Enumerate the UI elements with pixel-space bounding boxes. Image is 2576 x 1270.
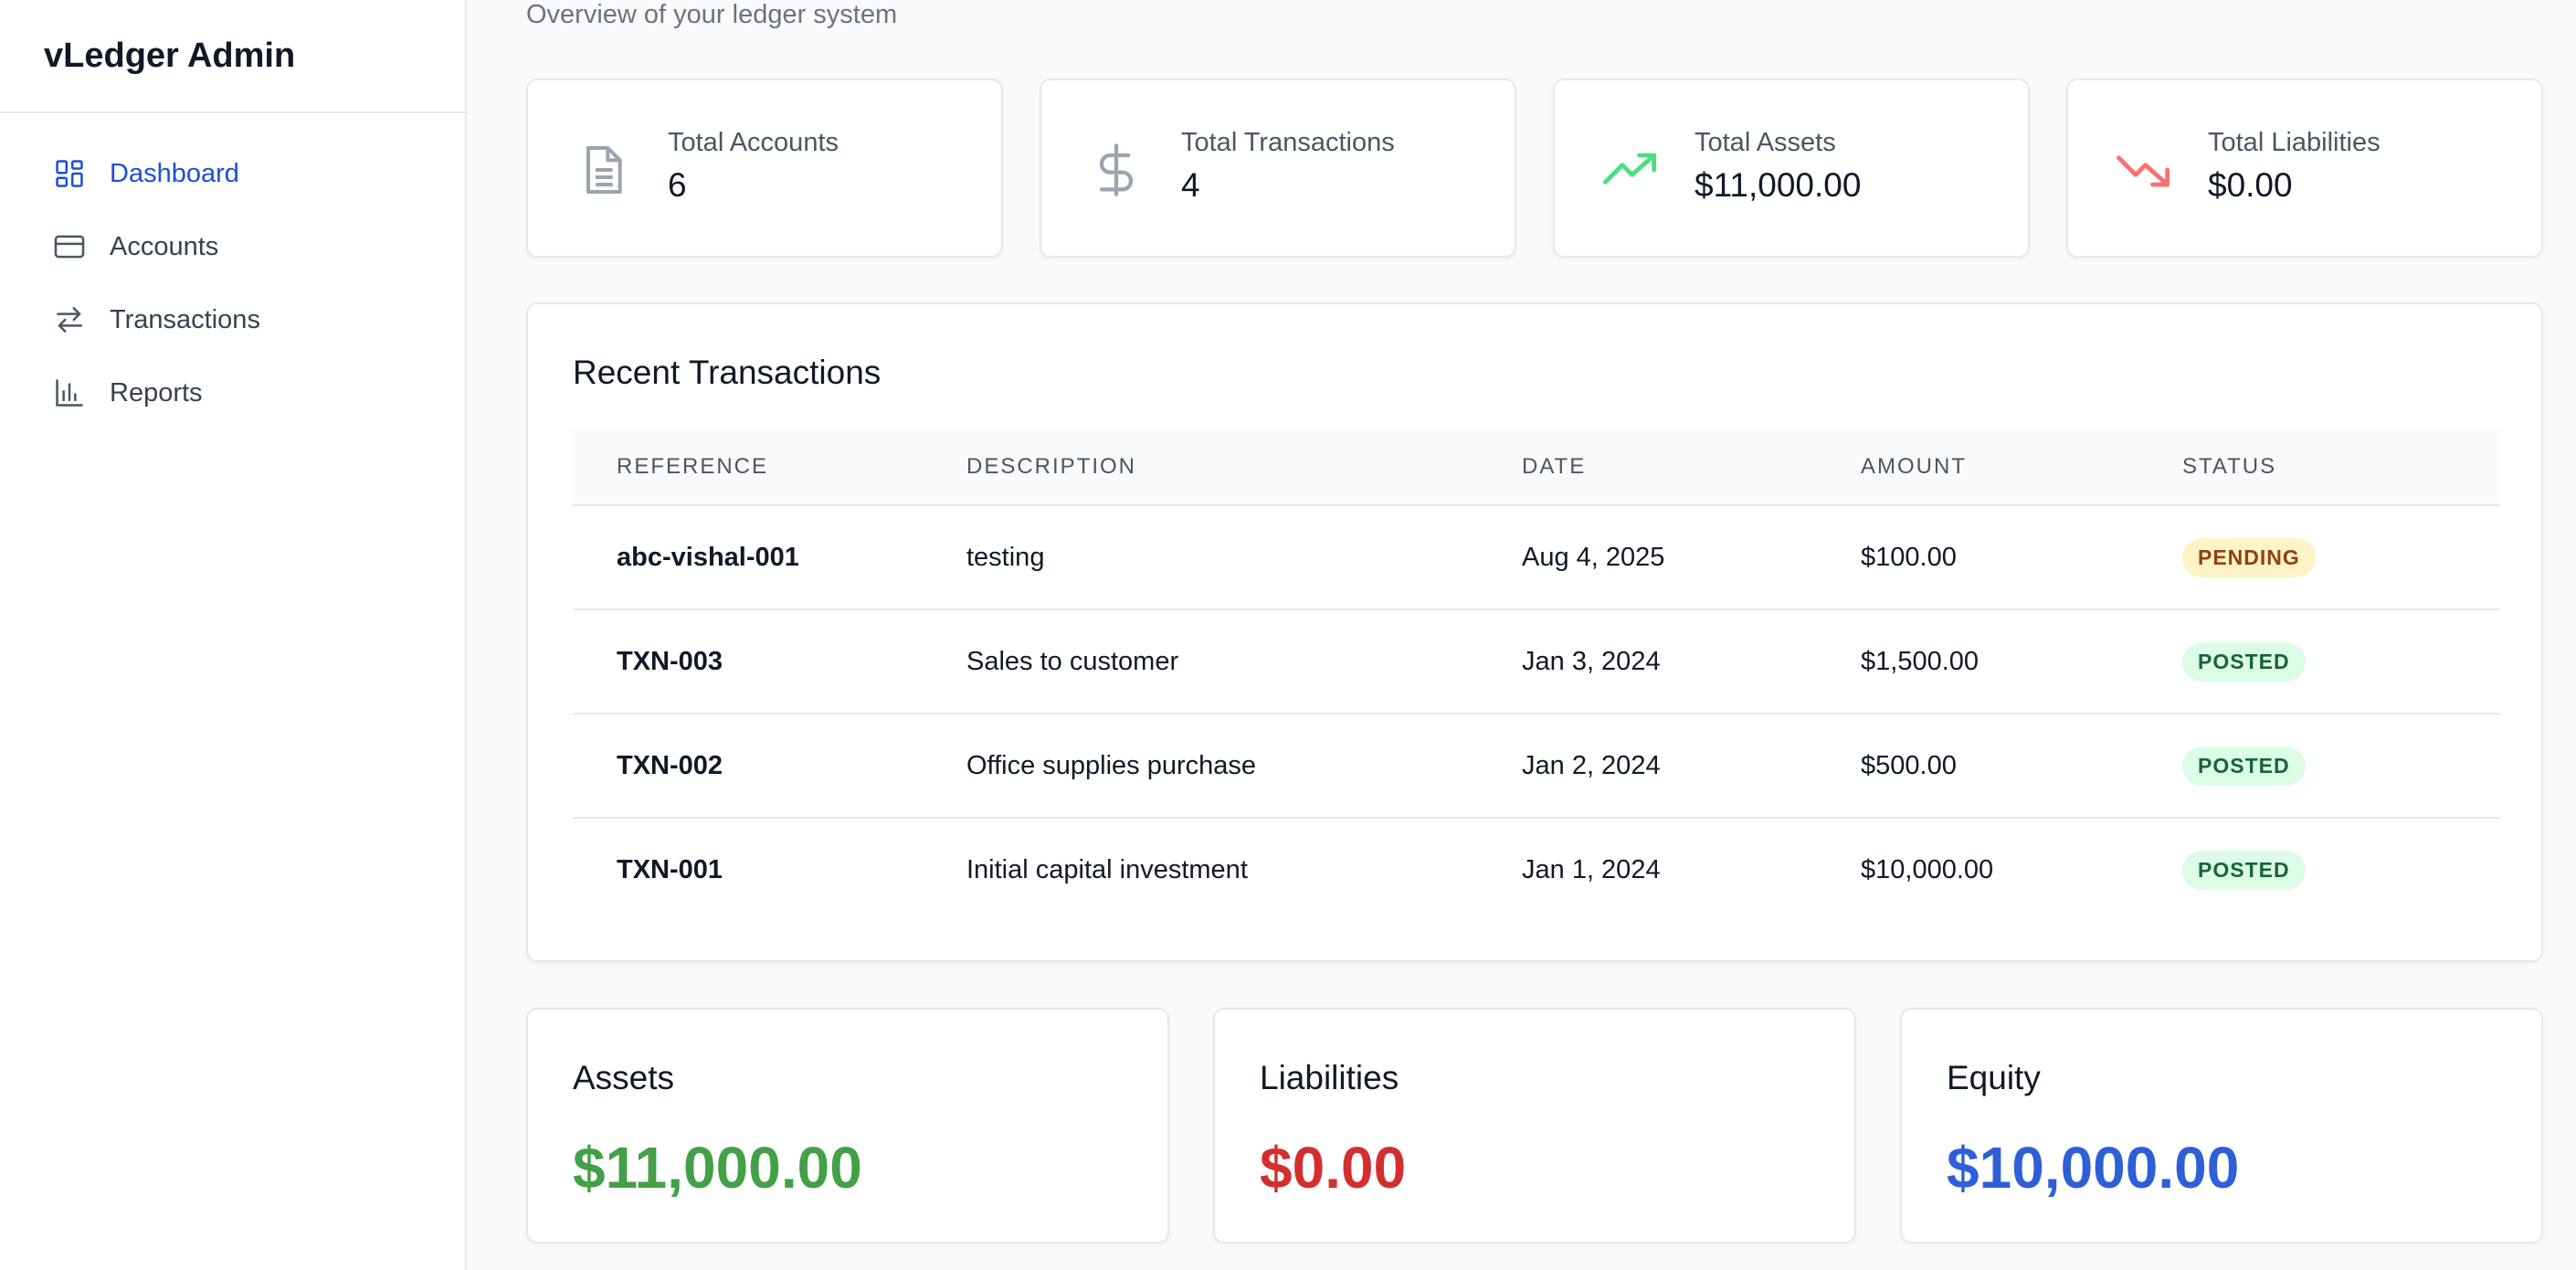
cell-reference: TXN-003 (573, 609, 966, 714)
main-content: Overview of your ledger system Total Acc… (467, 0, 2576, 1270)
cell-description: Office supplies purchase (966, 714, 1522, 819)
summary-card-equity: Equity $10,000.00 (1900, 1008, 2543, 1244)
cell-description: Initial capital investment (966, 855, 1248, 884)
column-header-description: DESCRIPTION (966, 429, 1522, 506)
sidebar: vLedger Admin Dashboard Accounts Transac… (0, 0, 467, 1270)
summary-card-assets: Assets $11,000.00 (526, 1008, 1169, 1244)
cell-date: Aug 4, 2025 (1522, 505, 1861, 610)
table-row[interactable]: TXN-002 Office supplies purchase Jan 2, … (573, 714, 2500, 819)
summary-card-liabilities: Liabilities $0.00 (1213, 1008, 1856, 1244)
stat-value: $11,000.00 (1694, 166, 1862, 204)
sidebar-item-accounts[interactable]: Accounts (0, 210, 465, 283)
stat-card-total-liabilities: Total Liabilities $0.00 (2066, 79, 2543, 258)
stat-label: Total Liabilities (2208, 128, 2381, 157)
sidebar-item-label: Reports (110, 377, 203, 407)
status-badge: POSTED (2182, 746, 2306, 786)
column-header-status: STATUS (2182, 429, 2500, 506)
column-header-date: DATE (1522, 429, 1861, 506)
stat-value: $0.00 (2208, 166, 2293, 204)
arrows-swap-icon (51, 302, 88, 338)
status-badge: POSTED (2182, 851, 2306, 890)
table-header-row: REFERENCE DESCRIPTION DATE AMOUNT STATUS (573, 429, 2500, 506)
column-header-reference: REFERENCE (573, 429, 966, 506)
sidebar-header: vLedger Admin (0, 0, 465, 113)
sidebar-item-label: Transactions (110, 304, 260, 334)
column-header-amount: AMOUNT (1861, 429, 2182, 506)
table-row[interactable]: abc-vishal-001 testing Aug 4, 2025 $100.… (573, 505, 2500, 610)
transactions-table: REFERENCE DESCRIPTION DATE AMOUNT STATUS… (573, 429, 2500, 922)
cell-status: PENDING (2182, 505, 2500, 610)
cell-date: Jan 1, 2024 (1522, 855, 1661, 884)
dashboard-grid-icon (51, 155, 88, 192)
document-icon (574, 141, 632, 199)
recent-transactions-title: Recent Transactions (573, 354, 882, 391)
cell-amount: $500.00 (1861, 714, 2182, 819)
app-title: vLedger Admin (44, 36, 296, 75)
cell-amount: $100.00 (1861, 505, 2182, 610)
sidebar-item-label: Accounts (110, 231, 219, 261)
cell-status: POSTED (2182, 714, 2500, 819)
cell-reference: abc-vishal-001 (573, 505, 966, 610)
cell-date: Jan 3, 2024 (1522, 609, 1861, 714)
cell-amount: $1,500.00 (1861, 609, 2182, 714)
summary-label: Liabilities (1260, 1059, 1399, 1096)
bar-chart-icon (51, 375, 88, 411)
status-badge: POSTED (2182, 641, 2306, 682)
stat-card-total-accounts: Total Accounts 6 (526, 79, 1003, 258)
table-row[interactable]: TXN-003 Sales to customer Jan 3, 2024 $1… (573, 609, 2500, 714)
stat-card-total-transactions: Total Transactions 4 (1040, 79, 1516, 258)
credit-card-icon (51, 228, 88, 265)
sidebar-item-dashboard[interactable]: Dashboard (0, 137, 465, 210)
summary-label: Assets (573, 1059, 675, 1096)
sidebar-nav: Dashboard Accounts Transactions Reports (0, 113, 465, 429)
dollar-icon (1087, 141, 1145, 199)
stat-label: Total Accounts (668, 128, 839, 157)
stat-value: 4 (1181, 166, 1200, 204)
stat-label: Total Assets (1694, 128, 1836, 157)
cell-description: Sales to customer (966, 609, 1522, 714)
trending-down-icon (2114, 141, 2172, 199)
cell-date: Jan 2, 2024 (1522, 714, 1861, 819)
cell-status: POSTED (2182, 609, 2500, 714)
cell-reference: TXN-002 (573, 714, 966, 819)
status-badge: PENDING (2182, 537, 2316, 577)
table-row[interactable]: TXN-001 Initial capital investment Jan 1… (573, 818, 2500, 922)
stat-label: Total Transactions (1181, 128, 1395, 157)
stat-value: 6 (668, 166, 687, 204)
recent-transactions-card: Recent Transactions REFERENCE DESCRIPTIO… (526, 302, 2543, 962)
cell-description: testing (966, 505, 1522, 610)
cell-status: POSTED (2182, 818, 2500, 922)
sidebar-item-reports[interactable]: Reports (0, 356, 465, 429)
app-root: vLedger Admin Dashboard Accounts Transac… (0, 0, 2576, 1270)
sidebar-item-transactions[interactable]: Transactions (0, 283, 465, 356)
summary-value: $10,000.00 (1947, 1135, 2240, 1201)
cell-amount: $10,000.00 (1861, 855, 1994, 884)
stat-card-total-assets: Total Assets $11,000.00 (1553, 79, 2030, 258)
page-subtitle: Overview of your ledger system (526, 0, 898, 29)
sidebar-item-label: Dashboard (110, 158, 239, 188)
summary-label: Equity (1947, 1059, 2041, 1096)
summary-value: $11,000.00 (573, 1135, 862, 1201)
trending-up-icon (1600, 141, 1659, 199)
summary-value: $0.00 (1260, 1135, 1407, 1201)
cell-reference: TXN-001 (617, 855, 723, 884)
